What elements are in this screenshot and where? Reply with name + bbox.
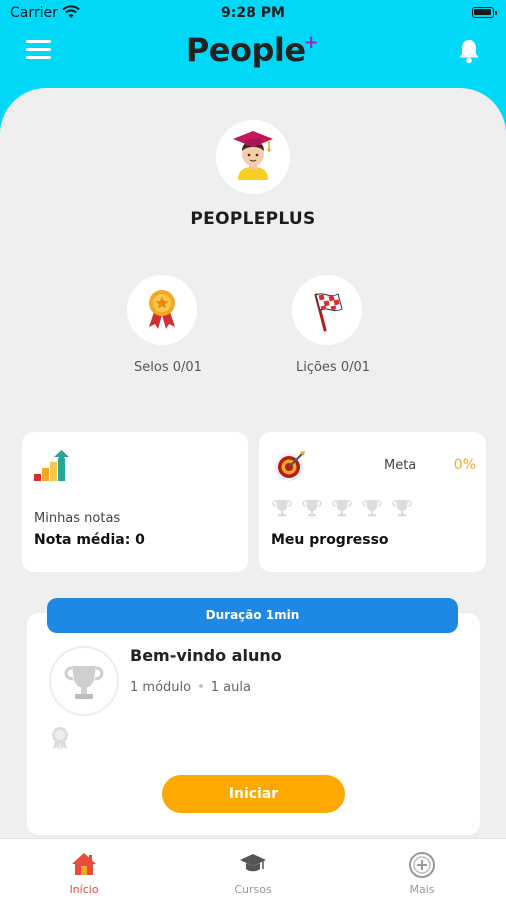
plus-circle-icon bbox=[408, 851, 436, 883]
nav-home[interactable]: Início bbox=[24, 839, 144, 900]
nav-home-label: Início bbox=[69, 883, 99, 896]
duration-badge: Duração 1min bbox=[47, 598, 458, 633]
notas-card[interactable]: Minhas notas Nota média: 0 bbox=[22, 432, 248, 572]
medal-icon bbox=[149, 290, 175, 329]
trophy-icon bbox=[392, 500, 412, 517]
app-logo: People+ bbox=[0, 31, 506, 69]
meta-separator: • bbox=[197, 680, 205, 695]
trophy-icon bbox=[332, 500, 352, 517]
app-header: People+ bbox=[0, 28, 506, 78]
meta-label: Meta bbox=[384, 458, 417, 473]
licoes-badge[interactable] bbox=[292, 275, 362, 345]
licoes-label: Lições 0/01 bbox=[295, 360, 371, 375]
meta-percent: 0% bbox=[453, 457, 476, 473]
notas-label: Minhas notas bbox=[34, 511, 121, 526]
graduate-avatar-icon bbox=[233, 131, 273, 180]
start-button[interactable]: Iniciar bbox=[162, 775, 345, 813]
target-icon bbox=[273, 449, 307, 487]
checkered-flag-icon bbox=[314, 293, 343, 332]
trophy-row bbox=[271, 498, 413, 518]
progresso-title: Meu progresso bbox=[271, 532, 389, 548]
selos-label: Selos 0/01 bbox=[134, 360, 202, 375]
logo-text: People bbox=[185, 31, 306, 69]
bell-icon[interactable] bbox=[458, 38, 480, 68]
trophy-icon bbox=[64, 666, 104, 699]
bottom-nav: Início Cursos Mais bbox=[0, 838, 506, 900]
status-bar: Carrier 9:28 PM bbox=[0, 0, 506, 28]
battery-icon bbox=[472, 7, 497, 18]
avatar[interactable] bbox=[216, 120, 290, 194]
course-modules: 1 módulo bbox=[130, 680, 192, 695]
nav-mais[interactable]: Mais bbox=[362, 839, 482, 900]
nav-mais-label: Mais bbox=[409, 883, 435, 896]
trophy-icon bbox=[272, 500, 292, 517]
bar-chart-icon bbox=[34, 450, 72, 486]
nota-media-value: Nota média: 0 bbox=[34, 532, 145, 548]
selos-badge[interactable] bbox=[127, 275, 197, 345]
nav-cursos[interactable]: Cursos bbox=[193, 839, 313, 900]
certificate-medal-icon bbox=[49, 725, 71, 755]
trophy-icon bbox=[362, 500, 382, 517]
home-icon bbox=[70, 851, 98, 881]
logo-plus: + bbox=[303, 32, 319, 53]
main-panel: PEOPLEPLUS Selos 0/01 Lições 0/01 Minhas… bbox=[0, 88, 506, 900]
progresso-card[interactable]: Meta 0% Meu progresso bbox=[259, 432, 486, 572]
course-title: Bem-vindo aluno bbox=[130, 646, 282, 665]
course-trophy bbox=[49, 646, 119, 716]
status-time: 9:28 PM bbox=[221, 5, 285, 21]
course-meta: 1 módulo • 1 aula bbox=[130, 680, 251, 695]
trophy-icon bbox=[302, 500, 322, 517]
profile-username: PEOPLEPLUS bbox=[190, 209, 316, 229]
nav-cursos-label: Cursos bbox=[234, 883, 272, 896]
graduation-cap-icon bbox=[239, 851, 267, 881]
course-card[interactable]: Bem-vindo aluno 1 módulo • 1 aula Iniciar bbox=[27, 613, 480, 835]
course-lessons: 1 aula bbox=[210, 680, 251, 695]
